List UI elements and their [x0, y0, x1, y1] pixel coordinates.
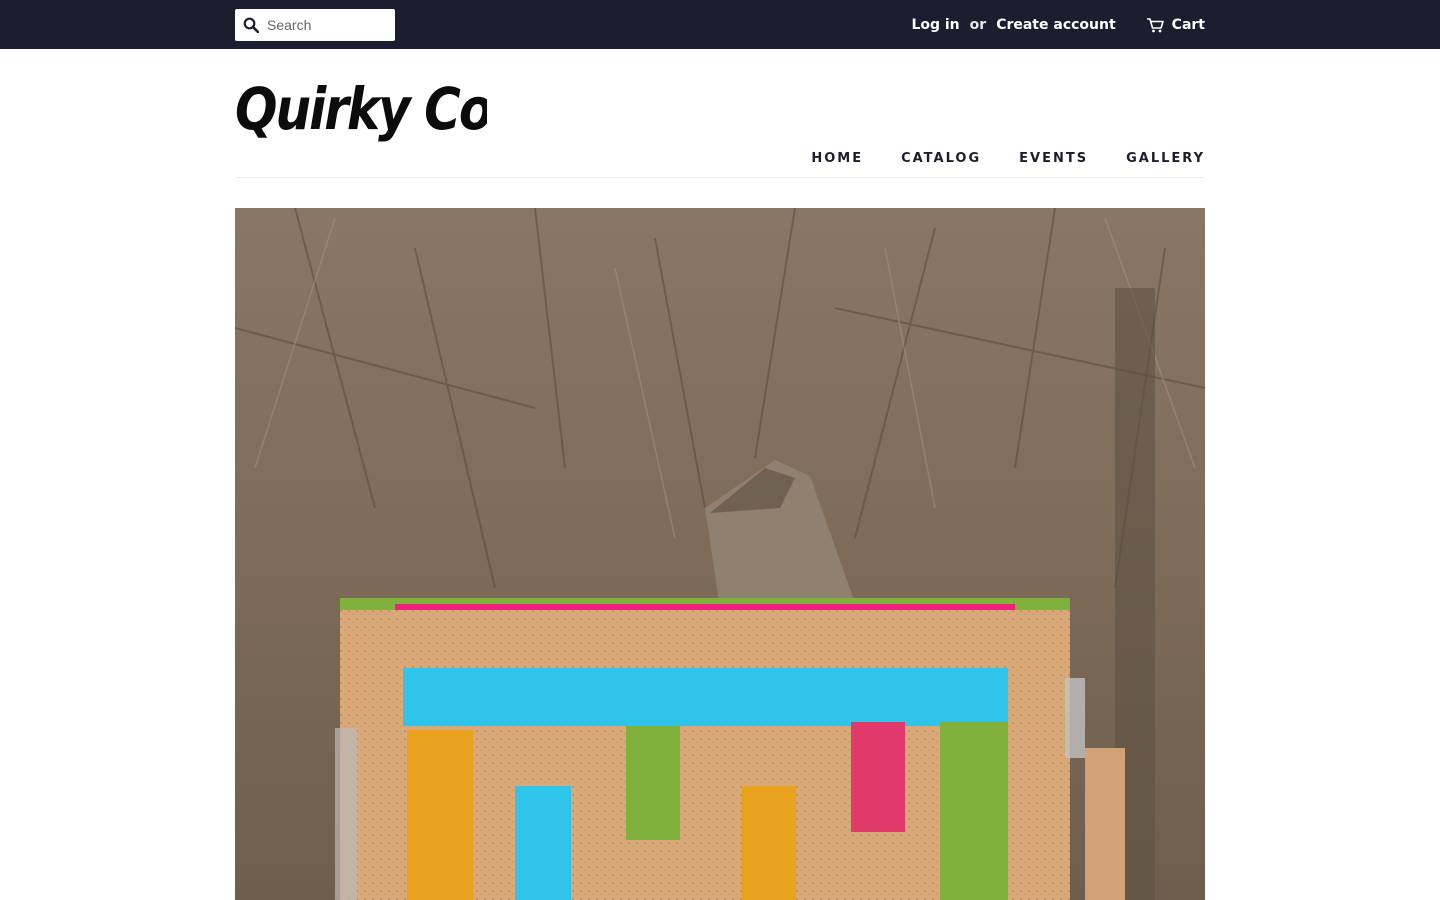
top-bar-inner: Log in or Create account Cart	[235, 0, 1205, 49]
hero-photo-cork-bag	[235, 208, 1205, 900]
nav-events[interactable]: EVENTS	[1019, 151, 1088, 166]
logo-text: Quirky Cork	[235, 75, 487, 142]
site-header: Quirky Cork HOME CATALOG EVENTS GALLERY	[235, 49, 1205, 178]
nav-gallery[interactable]: GALLERY	[1126, 151, 1205, 166]
nav-home[interactable]: HOME	[811, 151, 863, 166]
account-links: Log in or Create account Cart	[911, 17, 1205, 33]
create-account-link[interactable]: Create account	[996, 17, 1115, 33]
login-link[interactable]: Log in	[911, 17, 959, 33]
or-separator: or	[969, 16, 987, 33]
hero-image[interactable]	[235, 208, 1205, 900]
cart-link[interactable]: Cart	[1146, 17, 1205, 33]
nav-catalog[interactable]: CATALOG	[901, 151, 981, 166]
search-box[interactable]	[235, 8, 395, 41]
cart-label: Cart	[1171, 16, 1205, 33]
cart-icon	[1146, 17, 1164, 32]
search-icon[interactable]	[243, 17, 259, 33]
main-nav: HOME CATALOG EVENTS GALLERY	[773, 151, 1205, 166]
site-logo[interactable]: Quirky Cork	[235, 69, 487, 149]
top-bar: Log in or Create account Cart	[0, 0, 1440, 49]
search-input[interactable]	[267, 16, 387, 33]
